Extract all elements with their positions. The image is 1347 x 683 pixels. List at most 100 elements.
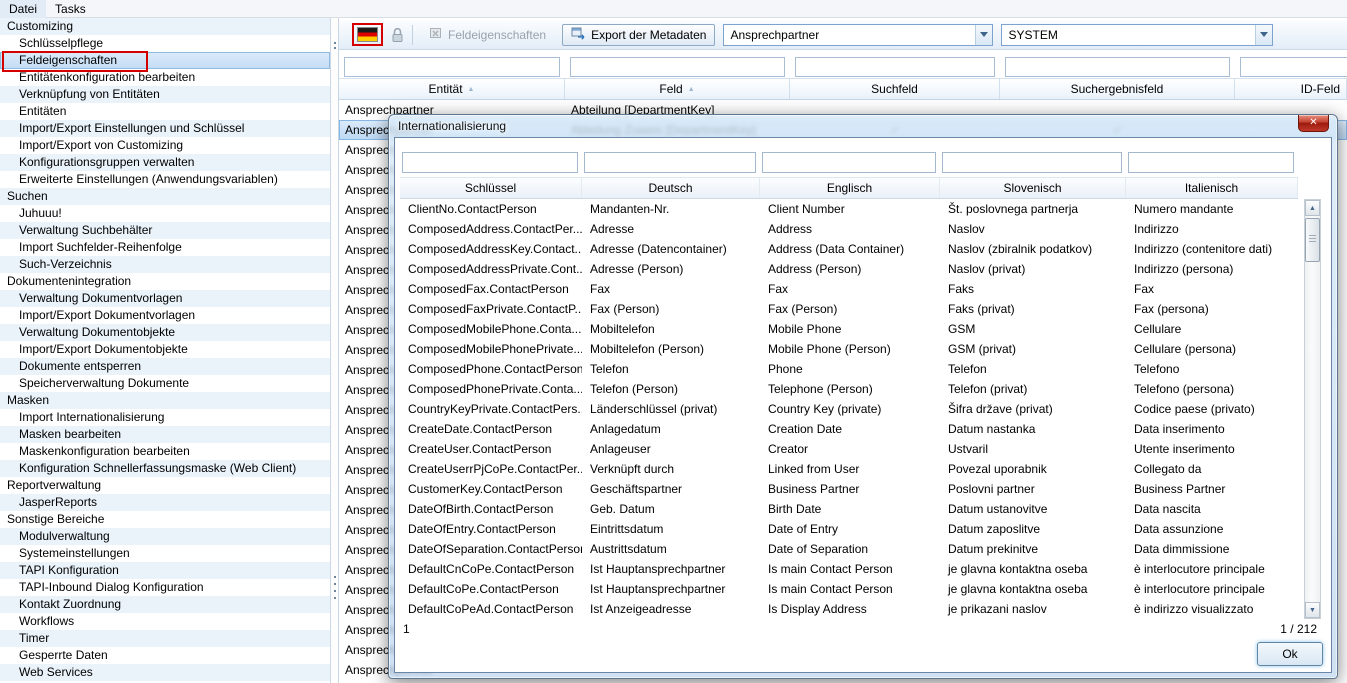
dialog-table-row[interactable]: ComposedAddress.ContactPer...AdresseAddr… [400,219,1298,239]
filter-entitaet-input[interactable] [344,57,560,77]
sidebar-item-tapi-konfiguration[interactable]: TAPI Konfiguration [0,562,330,579]
german-flag-icon[interactable] [357,27,378,42]
dialog-table-row[interactable]: CreateUserrPjCoPe.ContactPer...Verknüpft… [400,459,1298,479]
column-header-deutsch[interactable]: Deutsch [582,178,760,198]
dialog-table-row[interactable]: DefaultCoPe.ContactPersonIst Hauptanspre… [400,579,1298,599]
sidebar-item-masken-bearbeiten[interactable]: Masken bearbeiten [0,426,330,443]
menu-tasks[interactable]: Tasks [46,0,95,18]
dialog-table-row[interactable]: DefaultCnCoPe.ContactPersonIst Hauptansp… [400,559,1298,579]
menu-datei[interactable]: Datei [0,0,46,18]
dialog-table-row[interactable]: ComposedMobilePhone.Conta...Mobiltelefon… [400,319,1298,339]
filter-suchergebnisfeld-input[interactable] [1005,57,1230,77]
sidebar-item-modulverwaltung[interactable]: Modulverwaltung [0,528,330,545]
sidebar-item-speicherverwaltung-dokumente[interactable]: Speicherverwaltung Dokumente [0,375,330,392]
column-header-suchfeld[interactable]: Suchfeld [790,79,1000,99]
column-header-schluessel[interactable]: Schlüssel [400,178,582,198]
sidebar-item-verwaltung-dokumentvorlagen[interactable]: Verwaltung Dokumentvorlagen [0,290,330,307]
dialog-scrollbar[interactable]: ▲ ▼ [1304,199,1321,619]
dialog-table-row[interactable]: ComposedAddressPrivate.Cont...Adresse (P… [400,259,1298,279]
sidebar-item-import-internationalisierung[interactable]: Import Internationalisierung [0,409,330,426]
sidebar-item-suchen[interactable]: Suchen [0,188,330,205]
sidebar-item-masken[interactable]: Masken [0,392,330,409]
sidebar-item-import-suchfelder-reihenfolge[interactable]: Import Suchfelder-Reihenfolge [0,239,330,256]
dialog-table-row[interactable]: CreateUser.ContactPersonAnlageuserCreato… [400,439,1298,459]
sidebar-item-import-export-einstellungen-und-schl-ssel[interactable]: Import/Export Einstellungen und Schlüsse… [0,120,330,137]
filter-italienisch-input[interactable] [1128,152,1294,173]
sidebar-item-customizing[interactable]: Customizing [0,18,330,35]
context-combobox[interactable]: SYSTEM [1001,24,1273,46]
dialog-table-row[interactable]: DateOfSeparation.ContactPersonAustrittsd… [400,539,1298,559]
sidebar-item-konfigurationsgruppen-verwalten[interactable]: Konfigurationsgruppen verwalten [0,154,330,171]
lock-icon[interactable] [391,27,404,43]
sidebar-item-import-export-von-customizing[interactable]: Import/Export von Customizing [0,137,330,154]
sidebar-item-jasperreports[interactable]: JasperReports [0,494,330,511]
column-header-feld[interactable]: Feld ▲ [565,79,790,99]
sidebar-item-import-export-dokumentobjekte[interactable]: Import/Export Dokumentobjekte [0,341,330,358]
column-header-englisch[interactable]: Englisch [760,178,940,198]
feldeigenschaften-button[interactable]: Feldeigenschaften [421,24,554,46]
filter-englisch-input[interactable] [762,152,936,173]
scroll-up-icon[interactable]: ▲ [1305,200,1320,216]
sidebar-item-import-export-dokumentvorlagen[interactable]: Import/Export Dokumentvorlagen [0,307,330,324]
filter-idfeld-input[interactable] [1240,57,1347,77]
column-header-entitaet[interactable]: Entität ▲ [339,79,565,99]
cell-slovenisch: Datum nastanka [940,419,1126,439]
sidebar-item-verwaltung-suchbeh-lter[interactable]: Verwaltung Suchbehälter [0,222,330,239]
column-header-idfeld[interactable]: ID-Feld [1235,79,1347,99]
sidebar-item-web-services[interactable]: Web Services [0,664,330,681]
dialog-table-row[interactable]: ComposedPhonePrivate.Conta...Telefon (Pe… [400,379,1298,399]
scrollbar-thumb[interactable] [1305,218,1320,262]
filter-slovenisch-input[interactable] [942,152,1122,173]
dialog-table-row[interactable]: ComposedFax.ContactPersonFaxFaxFaksFax [400,279,1298,299]
sidebar-item-timer[interactable]: Timer [0,630,330,647]
dialog-table-row[interactable]: ClientNo.ContactPersonMandanten-Nr.Clien… [400,199,1298,219]
entity-combobox[interactable]: Ansprechpartner [723,24,993,46]
sidebar-item-tapi-inbound-dialog-konfiguration[interactable]: TAPI-Inbound Dialog Konfiguration [0,579,330,596]
column-header-italienisch[interactable]: Italienisch [1126,178,1298,198]
dialog-table-row[interactable]: ComposedFaxPrivate.ContactP...Fax (Perso… [400,299,1298,319]
export-metadata-button[interactable]: Export der Metadaten [562,24,715,46]
dialog-table-row[interactable]: CountryKeyPrivate.ContactPers...Ländersc… [400,399,1298,419]
scroll-down-icon[interactable]: ▼ [1305,602,1320,618]
dialog-table-row[interactable]: ComposedMobilePhonePrivate...Mobiltelefo… [400,339,1298,359]
filter-schluessel-input[interactable] [402,152,578,173]
sidebar-item-erweiterte-einstellungen-anwendungsvariablen-[interactable]: Erweiterte Einstellungen (Anwendungsvari… [0,171,330,188]
sidebar-splitter[interactable] [331,18,339,683]
sidebar-item-kontakt-zuordnung[interactable]: Kontakt Zuordnung [0,596,330,613]
sidebar-item-workflows[interactable]: Workflows [0,613,330,630]
sidebar-item-dokumentenintegration[interactable]: Dokumentenintegration [0,273,330,290]
sidebar-item-verkn-pfung-von-entit-ten[interactable]: Verknüpfung von Entitäten [0,86,330,103]
dialog-table-row[interactable]: DefaultCoPeAd.ContactPersonIst Anzeigead… [400,599,1298,619]
column-header-slovenisch[interactable]: Slovenisch [940,178,1126,198]
sidebar-item-systemeinstellungen[interactable]: Systemeinstellungen [0,545,330,562]
cell-englisch: Address (Data Container) [760,239,940,259]
dialog-rows: ClientNo.ContactPersonMandanten-Nr.Clien… [400,199,1298,619]
dialog-table-row[interactable]: DateOfBirth.ContactPersonGeb. DatumBirth… [400,499,1298,519]
sidebar-item-gesperrte-daten[interactable]: Gesperrte Daten [0,647,330,664]
sidebar-item-konfiguration-schnellerfassungsmaske-web-client-[interactable]: Konfiguration Schnellerfassungsmaske (We… [0,460,330,477]
sidebar-item-sonstige-bereiche[interactable]: Sonstige Bereiche [0,511,330,528]
sidebar-item-juhuuu-[interactable]: Juhuuu! [0,205,330,222]
dialog-table-row[interactable]: ComposedPhone.ContactPersonTelefonPhoneT… [400,359,1298,379]
ok-button[interactable]: Ok [1257,642,1323,666]
sidebar-item-maskenkonfiguration-bearbeiten[interactable]: Maskenkonfiguration bearbeiten [0,443,330,460]
dialog-table-row[interactable]: ComposedAddressKey.Contact...Adresse (Da… [400,239,1298,259]
cell-slovenisch: Datum zaposlitve [940,519,1126,539]
sidebar-item-feldeigenschaften[interactable]: Feldeigenschaften [0,52,330,69]
sidebar-item-schl-sselpflege[interactable]: Schlüsselpflege [0,35,330,52]
filter-suchfeld-input[interactable] [795,57,995,77]
sidebar-item-entit-ten[interactable]: Entitäten [0,103,330,120]
close-icon[interactable]: ✕ [1298,115,1329,132]
sidebar-item-verwaltung-dokumentobjekte[interactable]: Verwaltung Dokumentobjekte [0,324,330,341]
sidebar-item-dokumente-entsperren[interactable]: Dokumente entsperren [0,358,330,375]
sidebar-item-such-verzeichnis[interactable]: Such-Verzeichnis [0,256,330,273]
cell-italienisch: è interlocutore principale [1126,579,1298,599]
sidebar-item-reportverwaltung[interactable]: Reportverwaltung [0,477,330,494]
column-header-suchergebnisfeld[interactable]: Suchergebnisfeld [1000,79,1235,99]
dialog-table-row[interactable]: CreateDate.ContactPersonAnlagedatumCreat… [400,419,1298,439]
filter-feld-input[interactable] [570,57,785,77]
dialog-table-row[interactable]: DateOfEntry.ContactPersonEintrittsdatumD… [400,519,1298,539]
dialog-table-row[interactable]: CustomerKey.ContactPersonGeschäftspartne… [400,479,1298,499]
filter-deutsch-input[interactable] [584,152,756,173]
sidebar-item-entit-tenkonfiguration-bearbeiten[interactable]: Entitätenkonfiguration bearbeiten [0,69,330,86]
